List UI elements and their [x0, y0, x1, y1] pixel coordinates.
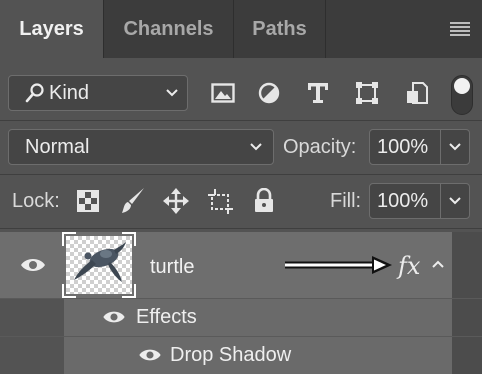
type-filter-icon[interactable] [305, 80, 331, 106]
lock-all-icon[interactable] [253, 188, 275, 214]
chevron-down-icon [250, 143, 262, 151]
panel-tab-bar: Layers Channels Paths [0, 0, 482, 58]
layer-effects-fx-icon[interactable]: fx [398, 252, 420, 280]
lock-transparent-pixels-icon[interactable] [77, 190, 99, 212]
filter-kind-label: Kind [49, 81, 90, 104]
lock-label: Lock: [12, 190, 60, 212]
layer-visibility-eye-icon[interactable] [20, 256, 46, 279]
panel-menu-icon[interactable] [450, 22, 470, 36]
filter-toggle-switch[interactable] [451, 75, 473, 115]
fill-dropdown-button[interactable] [440, 183, 470, 219]
chevron-up-icon[interactable] [431, 259, 445, 269]
chevron-down-icon [449, 143, 461, 151]
effects-visibility-eye-icon[interactable] [102, 309, 126, 330]
fill-value: 100% [377, 189, 429, 212]
lock-position-move-icon[interactable] [162, 187, 190, 215]
opacity-input[interactable]: 100% [369, 129, 441, 165]
layers-scrollbar[interactable] [452, 232, 482, 374]
fill-label: Fill: [330, 190, 362, 212]
opacity-value: 100% [377, 135, 429, 158]
tab-channels[interactable]: Channels [104, 0, 234, 58]
layer-name[interactable]: turtle [150, 256, 194, 279]
divider [0, 174, 482, 175]
adjustment-filter-icon[interactable] [257, 81, 281, 105]
opacity-dropdown-button[interactable] [440, 129, 470, 165]
lock-image-pixels-brush-icon[interactable] [120, 187, 146, 215]
annotation-arrow-icon [285, 256, 392, 274]
blend-mode-value: Normal [25, 135, 90, 158]
opacity-label: Opacity: [283, 136, 357, 158]
chevron-down-icon [166, 89, 178, 97]
filter-toggle-knob [454, 78, 470, 94]
blend-mode-select[interactable]: Normal [8, 129, 274, 165]
shape-filter-icon[interactable] [354, 80, 380, 106]
layer-thumbnail [62, 232, 136, 298]
tab-paths[interactable]: Paths [234, 0, 326, 58]
tab-layers[interactable]: Layers [0, 0, 104, 58]
filter-kind-select[interactable]: Kind [8, 75, 188, 111]
search-icon [25, 83, 44, 103]
effect-item-drop-shadow-label: Drop Shadow [170, 344, 292, 366]
tab-layers-label: Layers [19, 17, 84, 40]
smart-object-filter-icon[interactable] [404, 80, 430, 106]
divider [0, 120, 482, 121]
tab-paths-label: Paths [252, 17, 307, 40]
chevron-down-icon [449, 197, 461, 205]
lock-artboard-icon[interactable] [206, 187, 234, 215]
divider [0, 228, 482, 229]
fill-input[interactable]: 100% [369, 183, 441, 219]
tab-channels-label: Channels [123, 17, 214, 40]
drop-shadow-visibility-eye-icon[interactable] [138, 347, 162, 368]
image-filter-icon[interactable] [211, 81, 235, 105]
effects-label: Effects [136, 306, 197, 328]
